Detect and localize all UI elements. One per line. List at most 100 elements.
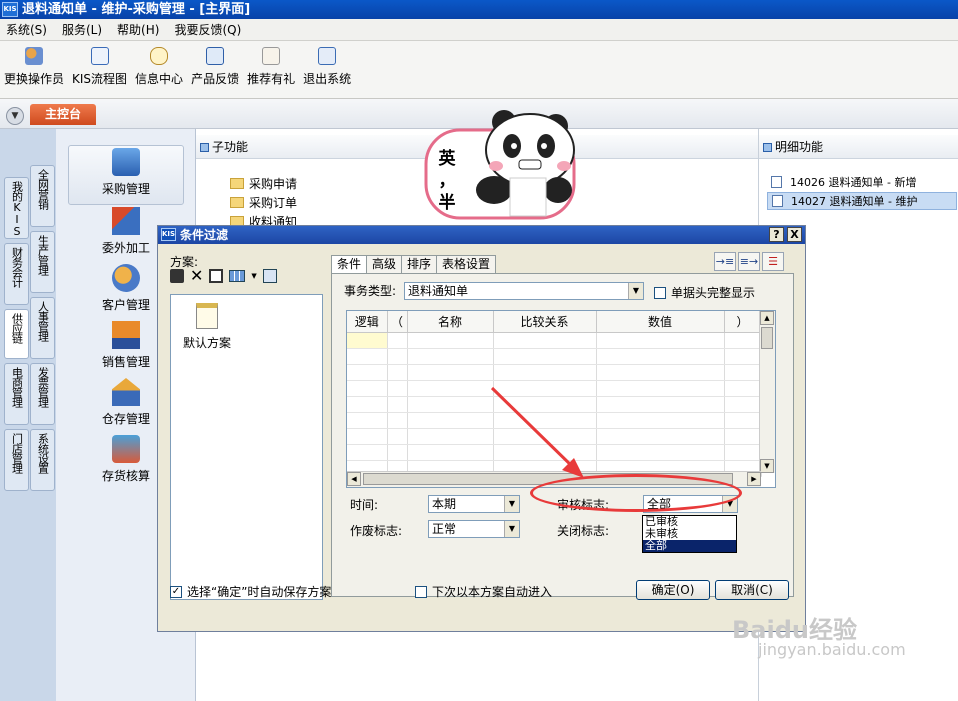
flowchart-icon: [90, 47, 109, 65]
info-center-button[interactable]: 信息中心: [135, 47, 183, 87]
tab-conditions[interactable]: 条件: [331, 255, 368, 274]
auto-save-scheme-checkbox[interactable]: ✓ 选择“确定”时自动保存方案: [170, 583, 331, 600]
copy-icon[interactable]: [209, 269, 224, 283]
baidu-watermark-url: jingyan.baidu.com: [758, 640, 906, 659]
outsourcing-icon: [112, 207, 140, 235]
detail-item-maintain-label: 14027 退料通知单 - 维护: [791, 195, 918, 208]
detail-item-maintain[interactable]: 14027 退料通知单 - 维护: [767, 192, 957, 210]
table-row[interactable]: [347, 332, 762, 349]
time-select[interactable]: 本期 ▼: [428, 495, 520, 513]
col-name: 名称: [407, 311, 494, 333]
export-icon[interactable]: [262, 269, 277, 283]
detail-item-add-label: 14026 退料通知单 - 新增: [790, 176, 917, 189]
auto-enter-label: 下次以本方案自动进入: [432, 585, 553, 599]
side-tab-invoice[interactable]: 发票管理: [30, 363, 55, 425]
recommend-gift-button[interactable]: 推荐有礼: [247, 47, 295, 87]
audit-flag-options[interactable]: 已审核 未审核 全部: [642, 515, 737, 553]
chat-icon: [150, 47, 169, 65]
side-tab-my-kis[interactable]: 我的KIS: [4, 177, 29, 239]
exit-system-button[interactable]: 退出系统: [303, 47, 351, 87]
side-tab-settings[interactable]: 系统设置: [30, 429, 55, 491]
side-tab-hr[interactable]: 人事管理: [30, 297, 55, 359]
side-tab-ecommerce[interactable]: 电商管理: [4, 363, 29, 425]
col-right-paren: ）: [724, 311, 762, 333]
grid-tools: →≡ ≡→ ☰: [714, 252, 784, 271]
product-feedback-button[interactable]: 产品反馈: [191, 47, 239, 87]
delete-icon[interactable]: ✕: [190, 268, 203, 284]
col-left-paren: （: [387, 311, 408, 333]
folder-purchase-order[interactable]: 采购订单: [230, 194, 297, 211]
save-icon[interactable]: [170, 269, 184, 283]
table-row[interactable]: [347, 380, 762, 397]
scroll-left-icon[interactable]: ◀: [347, 472, 361, 486]
side-tab-store[interactable]: 门店管理: [4, 429, 29, 491]
scheme-list: 默认方案: [170, 294, 323, 600]
scroll-right-icon[interactable]: ▶: [747, 472, 761, 486]
folder-purchase-order-label: 采购订单: [249, 196, 298, 210]
table-row[interactable]: [347, 364, 762, 381]
warehouse-icon: [112, 378, 140, 406]
menu-service[interactable]: 服务(L): [62, 21, 102, 38]
purchase-icon: [112, 148, 140, 176]
help-button[interactable]: ?: [769, 227, 784, 242]
detail-item-add[interactable]: 14026 退料通知单 - 新增: [767, 173, 957, 191]
side-tab-production[interactable]: 生产管理: [30, 231, 55, 293]
table-row[interactable]: [347, 396, 762, 413]
menu-system[interactable]: 系统(S): [6, 21, 47, 38]
window-title-bar: KIS 退料通知单 - 维护-采购管理 - [主界面]: [0, 0, 958, 19]
tab-advanced[interactable]: 高级: [366, 255, 403, 273]
gift-icon: [262, 47, 281, 65]
side-tab-finance[interactable]: 财务会计: [4, 243, 29, 305]
scheme-item-default[interactable]: 默认方案: [183, 303, 231, 351]
show-full-header-checkbox[interactable]: 单据头完整显示: [654, 284, 755, 301]
table-row[interactable]: [347, 428, 762, 445]
dialog-title-bar: KIS 条件过滤 ? X: [158, 226, 805, 244]
condition-grid[interactable]: 逻辑 （ 名称 比较关系 数值 ） ▲ ▼ ◀ ▶: [346, 310, 776, 488]
calculator-icon: [112, 435, 140, 463]
condition-table: 逻辑 （ 名称 比较关系 数值 ）: [347, 311, 762, 477]
chevron-down-icon[interactable]: ▼: [6, 107, 24, 125]
change-operator-label: 更换操作员: [4, 72, 65, 86]
table-row[interactable]: [347, 348, 762, 365]
col-logic: 逻辑: [347, 311, 388, 333]
business-type-select[interactable]: 退料通知单 ▼: [404, 282, 644, 300]
table-row[interactable]: [347, 444, 762, 461]
close-button[interactable]: X: [787, 227, 802, 242]
insert-row-icon[interactable]: →≡: [714, 252, 736, 271]
tab-sort[interactable]: 排序: [401, 255, 438, 273]
scroll-thumb[interactable]: [761, 327, 773, 349]
dialog-title: 条件过滤: [180, 228, 229, 242]
audit-option-all[interactable]: 全部: [643, 540, 736, 552]
document-icon: [771, 176, 782, 188]
module-purchase[interactable]: 采购管理: [68, 145, 184, 205]
void-flag-select[interactable]: 正常 ▼: [428, 520, 520, 538]
menu-feedback[interactable]: 我要反馈(Q): [174, 21, 241, 38]
vertical-scrollbar[interactable]: ▲ ▼: [759, 311, 775, 473]
cancel-button[interactable]: 取消(C): [715, 580, 789, 600]
auto-enter-checkbox[interactable]: 下次以本方案自动进入: [415, 583, 552, 600]
side-tab-supply-chain[interactable]: 供应链: [4, 309, 29, 359]
sticker-char-2: ，: [438, 171, 456, 191]
chevron-down-icon[interactable]: ▼: [251, 272, 256, 280]
append-row-icon[interactable]: ≡→: [738, 252, 760, 271]
change-operator-button[interactable]: 更换操作员: [4, 47, 64, 87]
grid-icon[interactable]: [229, 270, 246, 282]
folder-icon: [230, 178, 244, 189]
module-purchase-label: 采购管理: [101, 182, 150, 196]
list-icon[interactable]: ☰: [762, 252, 784, 271]
ok-button[interactable]: 确定(O): [636, 580, 710, 600]
menu-help[interactable]: 帮助(H): [117, 21, 159, 38]
filter-tabs: 条件 高级 排序 表格设置: [331, 255, 497, 274]
side-tab-marketing[interactable]: 全网营销: [30, 165, 55, 227]
sticker-char-3: 半: [438, 193, 456, 213]
info-center-label: 信息中心: [135, 72, 184, 86]
scroll-down-icon[interactable]: ▼: [760, 459, 774, 473]
table-row[interactable]: [347, 412, 762, 429]
tab-main-console[interactable]: 主控台: [30, 104, 96, 125]
module-customer-label: 客户管理: [101, 298, 150, 312]
scroll-up-icon[interactable]: ▲: [760, 311, 774, 325]
folder-purchase-request[interactable]: 采购申请: [230, 175, 297, 192]
toolbar: 更换操作员 KIS流程图 信息中心 产品反馈 推荐有礼 退出系统: [0, 41, 958, 99]
tab-table-settings[interactable]: 表格设置: [436, 255, 497, 273]
kis-flowchart-button[interactable]: KIS流程图: [72, 47, 127, 87]
